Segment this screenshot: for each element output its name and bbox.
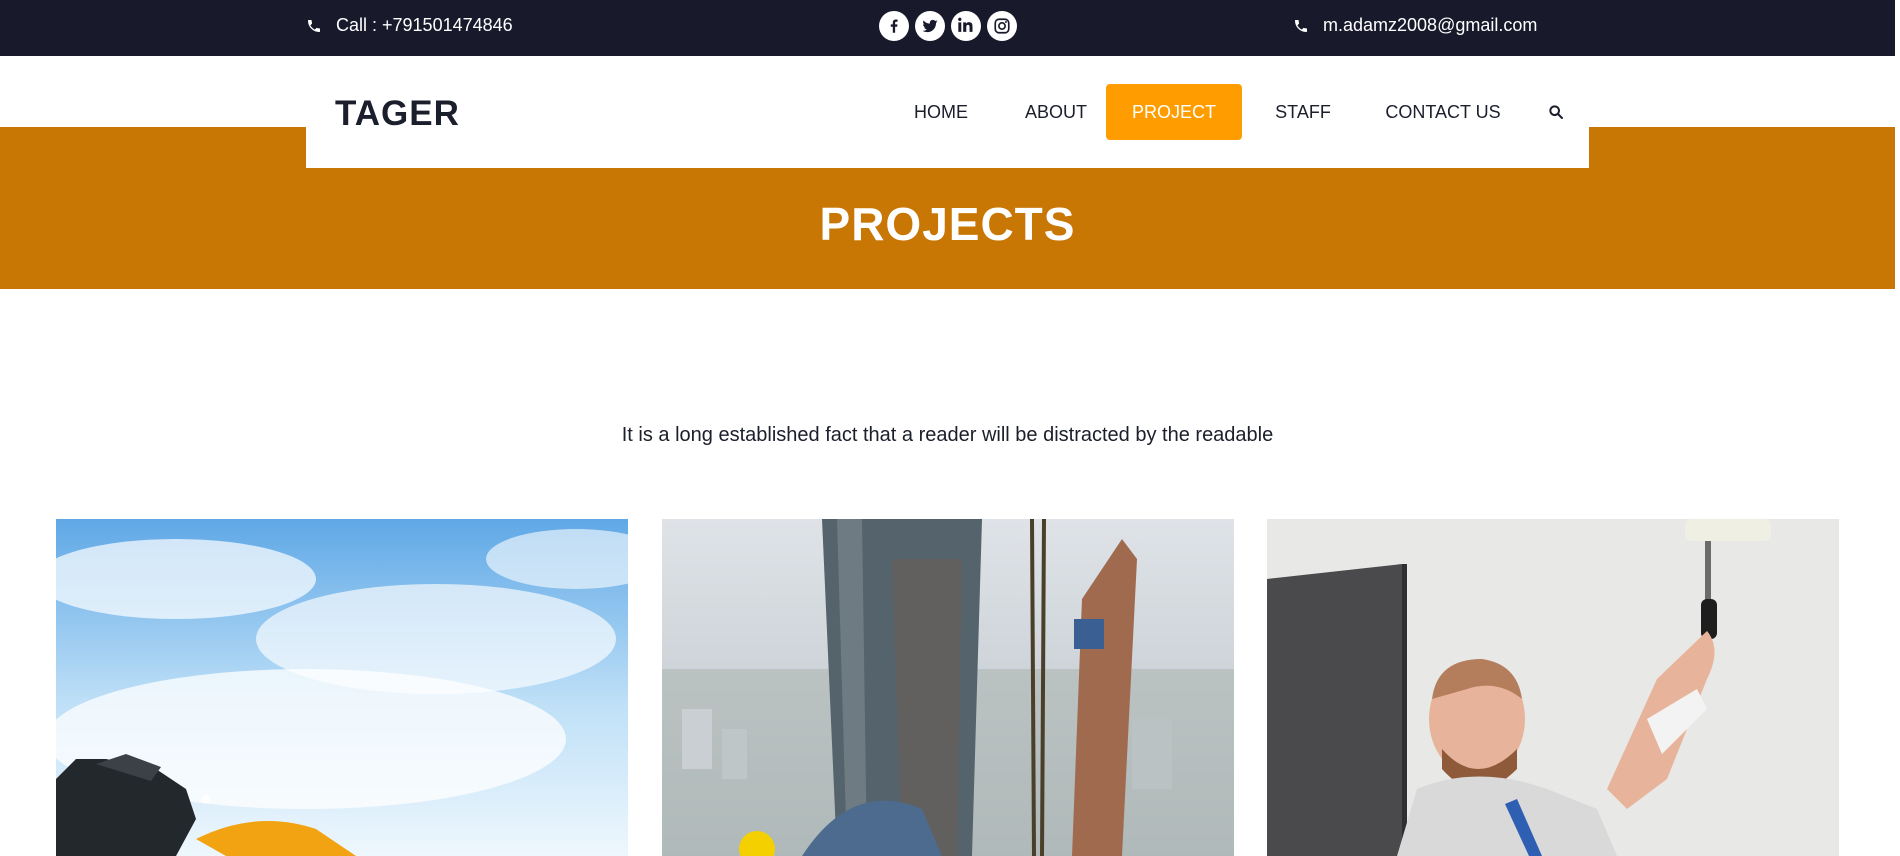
- twitter-icon[interactable]: [915, 11, 945, 41]
- intro-text: It is a long established fact that a rea…: [621, 424, 1274, 446]
- phone-icon: [308, 19, 320, 32]
- search-button[interactable]: [1536, 84, 1576, 140]
- social-links: [879, 11, 1017, 41]
- main-nav: HOME ABOUT PROJECT STAFF CONTACT US: [306, 84, 1589, 140]
- excavator-image: [56, 519, 628, 856]
- site-header: TAGER HOME ABOUT PROJECT STAFF CONTACT U…: [306, 56, 1589, 168]
- phone-text: Call : +791501474846: [336, 15, 513, 35]
- skyscraper-image: [662, 519, 1234, 856]
- linkedin-icon[interactable]: [951, 11, 981, 41]
- nav-staff[interactable]: STAFF: [1256, 84, 1350, 140]
- page: Call : +791501474846 m.adamz2008@gmail.c…: [0, 0, 1895, 856]
- painter-image: [1267, 519, 1839, 856]
- top-bar: Call : +791501474846 m.adamz2008@gmail.c…: [0, 0, 1895, 56]
- nav-about[interactable]: ABOUT: [1009, 84, 1103, 140]
- email-contact[interactable]: m.adamz2008@gmail.com: [1293, 15, 1537, 36]
- project-card-excavator[interactable]: [56, 519, 628, 856]
- nav-project[interactable]: PROJECT: [1106, 84, 1242, 140]
- project-card-skyscraper[interactable]: [662, 519, 1234, 856]
- nav-contact-us[interactable]: CONTACT US: [1368, 84, 1518, 140]
- phone-icon: [1295, 19, 1307, 32]
- nav-home[interactable]: HOME: [894, 84, 988, 140]
- phone-contact[interactable]: Call : +791501474846: [306, 15, 513, 36]
- project-card-painter[interactable]: [1267, 519, 1839, 856]
- search-icon: [1549, 105, 1563, 119]
- email-text: m.adamz2008@gmail.com: [1323, 15, 1538, 35]
- page-title: PROJECTS: [819, 198, 1076, 250]
- facebook-icon[interactable]: [879, 11, 909, 41]
- instagram-icon[interactable]: [987, 11, 1017, 41]
